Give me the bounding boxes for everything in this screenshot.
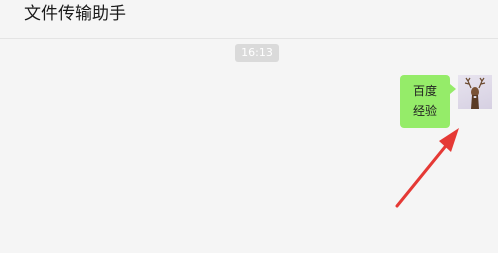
red-arrow-icon [395,128,459,208]
